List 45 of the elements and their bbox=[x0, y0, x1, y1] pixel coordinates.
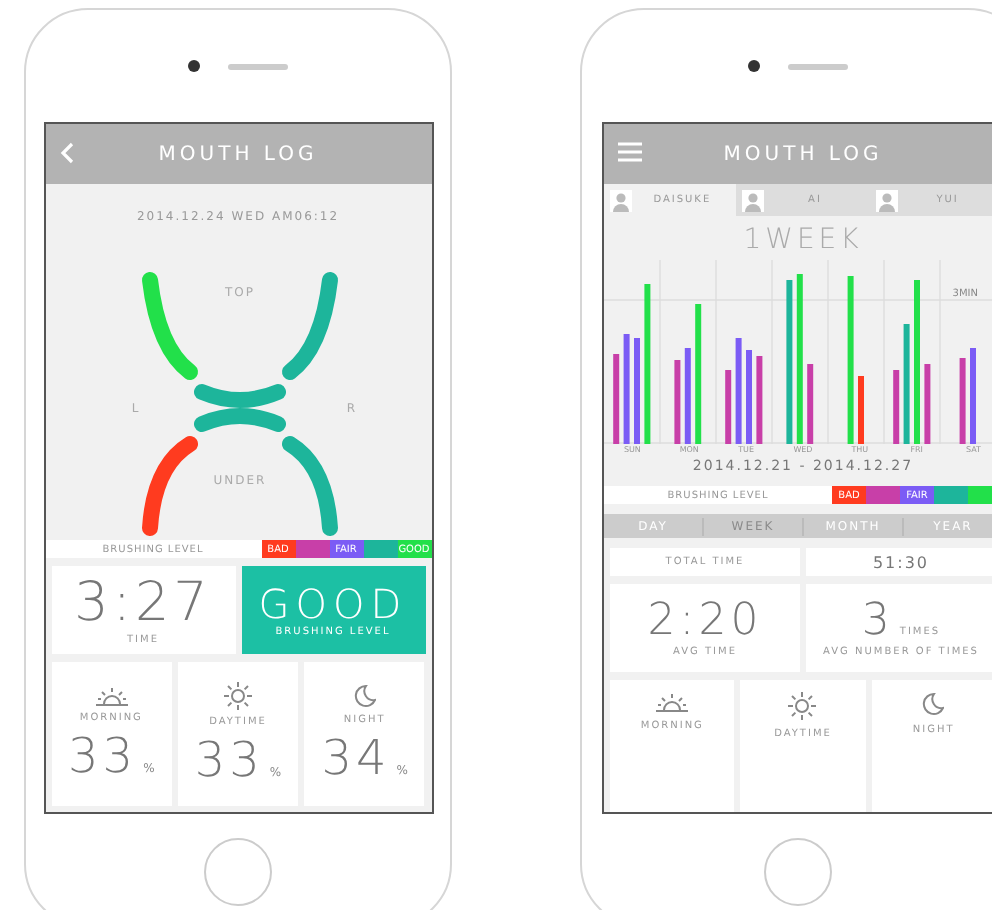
back-icon[interactable] bbox=[59, 142, 73, 164]
chart-bar bbox=[756, 356, 763, 444]
speaker-grille bbox=[228, 63, 288, 69]
sunrise-icon bbox=[95, 685, 128, 706]
chart-bar bbox=[746, 350, 752, 444]
avatar-icon bbox=[742, 189, 765, 211]
avg-count-value: 3 bbox=[861, 597, 894, 646]
chart-bar bbox=[924, 364, 931, 444]
front-camera bbox=[188, 60, 200, 72]
moon-icon bbox=[922, 692, 945, 716]
chart-bar bbox=[735, 338, 742, 444]
percent-value: 34 bbox=[321, 731, 391, 785]
front-camera bbox=[748, 60, 760, 72]
sun-icon bbox=[788, 692, 817, 720]
chart-bar bbox=[858, 376, 864, 444]
sun-icon bbox=[223, 681, 252, 710]
chart-bar bbox=[893, 370, 900, 444]
level-value: GOOD bbox=[258, 582, 408, 626]
percent-value: 33 bbox=[194, 733, 264, 787]
menu-icon[interactable] bbox=[618, 142, 642, 162]
period-heading: 1WEEK bbox=[741, 222, 865, 260]
chart-bar bbox=[674, 360, 681, 444]
chart-bar bbox=[695, 304, 702, 444]
home-button[interactable] bbox=[204, 838, 272, 906]
sunrise-icon bbox=[656, 692, 689, 712]
avatar-icon bbox=[610, 189, 632, 211]
chart-bar bbox=[959, 358, 966, 444]
chart-bar bbox=[807, 364, 814, 444]
home-button[interactable] bbox=[764, 838, 832, 906]
chart-bar bbox=[684, 348, 691, 444]
total-time-value: 51:30 bbox=[806, 548, 992, 576]
speaker-grille bbox=[788, 63, 848, 69]
chart-bar bbox=[903, 324, 910, 444]
chart-bar bbox=[725, 370, 732, 444]
screen-title: MOUTH LOG bbox=[158, 143, 318, 165]
screen-title: MOUTH LOG bbox=[723, 143, 883, 165]
percent-value: 33 bbox=[68, 729, 138, 783]
chart-bar bbox=[613, 354, 620, 444]
avg-time-value: 2:20 bbox=[647, 597, 763, 646]
moon-icon bbox=[353, 683, 376, 708]
chart-bar bbox=[634, 338, 640, 444]
chart-bar bbox=[623, 334, 630, 444]
avatar-icon bbox=[875, 189, 898, 211]
chart-bar bbox=[970, 348, 976, 444]
time-value: 3:27 bbox=[74, 574, 212, 634]
